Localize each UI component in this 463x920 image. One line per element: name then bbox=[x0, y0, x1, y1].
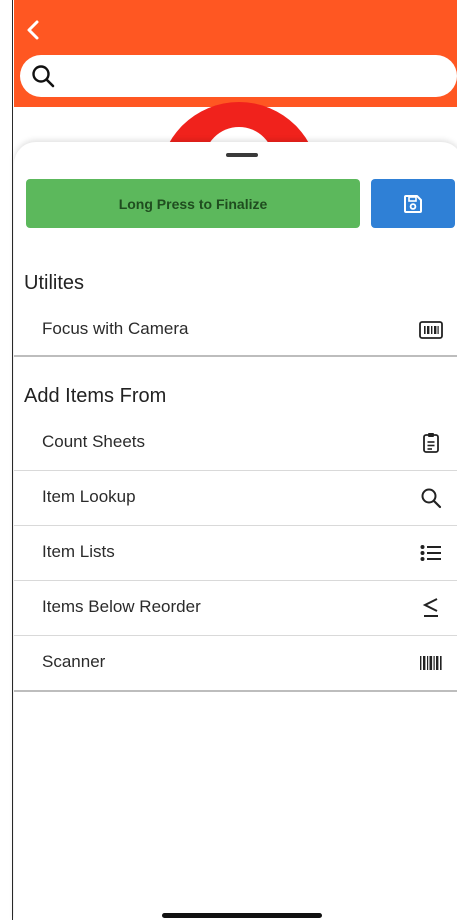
sheet-grabber[interactable] bbox=[226, 153, 258, 157]
search-icon bbox=[419, 486, 443, 510]
floppy-disk-icon bbox=[404, 194, 422, 213]
list-item-item-lists[interactable]: Item Lists bbox=[14, 526, 463, 580]
bottom-sheet: Long Press to Finalize Utilites Focus wi… bbox=[14, 142, 463, 920]
less-than-or-equal-icon bbox=[419, 596, 443, 620]
list-item-count-sheets[interactable]: Count Sheets bbox=[14, 416, 463, 470]
list-item-label: Focus with Camera bbox=[42, 319, 189, 338]
chevron-left-icon bbox=[27, 20, 39, 40]
barcode-frame-icon bbox=[419, 318, 443, 342]
home-indicator bbox=[162, 913, 322, 918]
list-item-scanner[interactable]: Scanner bbox=[14, 636, 463, 690]
list-item-label: Scanner bbox=[42, 652, 106, 671]
save-button[interactable] bbox=[371, 179, 455, 228]
add-items-title: Add Items From bbox=[24, 385, 167, 407]
list-item-focus-with-camera[interactable]: Focus with Camera bbox=[14, 303, 463, 357]
screen-edge-right bbox=[457, 0, 463, 920]
search-input[interactable] bbox=[20, 55, 457, 97]
back-button[interactable] bbox=[22, 16, 46, 44]
divider bbox=[14, 355, 463, 357]
list-icon bbox=[419, 541, 443, 565]
list-item-label: Items Below Reorder bbox=[42, 597, 201, 616]
list-item-label: Item Lookup bbox=[42, 487, 136, 506]
screen-edge bbox=[0, 0, 13, 920]
search-icon bbox=[32, 65, 55, 88]
utilities-title: Utilites bbox=[24, 272, 85, 294]
clipboard-icon bbox=[419, 431, 443, 455]
barcode-icon bbox=[419, 651, 443, 675]
list-item-items-below-reorder[interactable]: Items Below Reorder bbox=[14, 581, 463, 635]
list-item-label: Item Lists bbox=[42, 542, 115, 561]
finalize-button[interactable]: Long Press to Finalize bbox=[26, 179, 360, 228]
list-item-label: Count Sheets bbox=[42, 432, 146, 451]
app-header bbox=[14, 0, 463, 107]
list-item-item-lookup[interactable]: Item Lookup bbox=[14, 471, 463, 525]
divider bbox=[14, 690, 463, 692]
